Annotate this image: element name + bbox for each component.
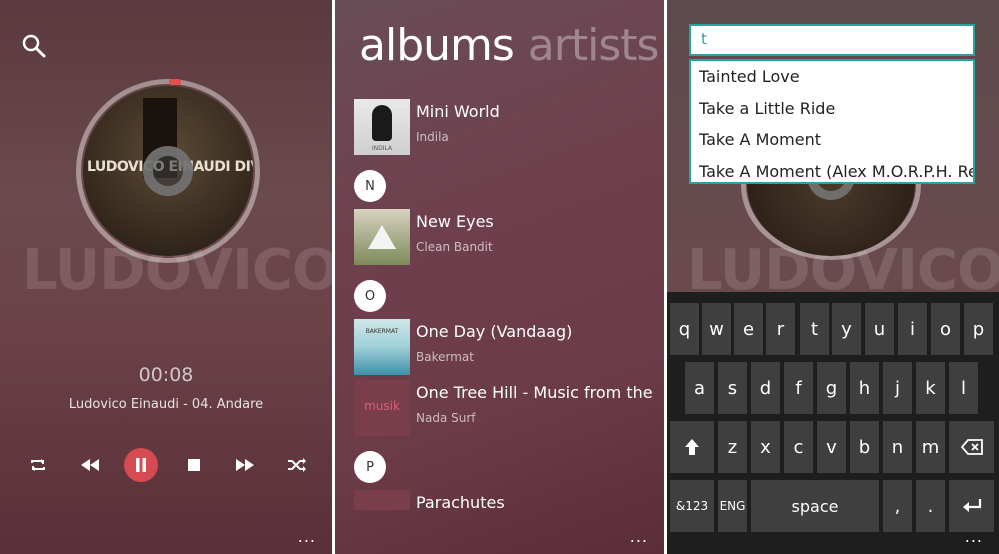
album-title: Parachutes [416, 493, 505, 512]
search-input[interactable]: t [689, 24, 975, 56]
suggestion-list: Tainted Love Take a Little Ride Take A M… [689, 59, 975, 184]
key[interactable]: h [850, 362, 879, 414]
album-title: One Tree Hill - Music from the Te [416, 383, 656, 402]
key[interactable]: o [931, 303, 960, 355]
album-disc: LUDOVICO EINAUDI DIVENIRE [83, 86, 253, 256]
language-key[interactable]: ENG [718, 480, 747, 532]
album-art: INDILA [354, 99, 410, 155]
album-art-label: INDILA [371, 145, 393, 152]
album-art-label: BAKERMAT [365, 328, 399, 335]
search-screen: LUDOVICO EINA t Tainted Love Take a Litt… [667, 0, 999, 554]
disc-hole [143, 146, 193, 196]
album-title: New Eyes [416, 212, 494, 231]
suggestion-item[interactable]: Take a Little Ride [691, 93, 973, 125]
key[interactable]: d [751, 362, 780, 414]
key[interactable]: b [850, 421, 879, 473]
key[interactable]: r [766, 303, 795, 355]
pivot-artists[interactable]: artists [528, 20, 660, 71]
key[interactable]: g [817, 362, 846, 414]
album-title: Mini World [416, 102, 500, 121]
album-art [354, 209, 410, 265]
key[interactable]: q [670, 303, 699, 355]
more-options-button[interactable]: ... [298, 527, 316, 546]
pivot-header: albums artists [359, 20, 660, 71]
progress-indicator [169, 79, 181, 85]
on-screen-keyboard: q w e r t y u i o p a s d f g h j k l z … [667, 292, 999, 554]
album-art: BAKERMAT [354, 319, 410, 375]
album-art [354, 490, 410, 510]
previous-icon[interactable] [73, 448, 107, 482]
key[interactable]: k [916, 362, 945, 414]
album-item[interactable]: Parachutes [354, 490, 664, 546]
suggestion-item[interactable]: Take A Moment [691, 124, 973, 156]
symbols-key[interactable]: &123 [670, 480, 714, 532]
album-title: One Day (Vandaag) [416, 322, 573, 341]
album-artist: Indila [416, 130, 449, 144]
playback-controls [0, 448, 332, 482]
key[interactable]: w [702, 303, 731, 355]
key[interactable]: a [685, 362, 714, 414]
album-item[interactable]: INDILA Mini World Indila [354, 99, 664, 155]
more-options-button[interactable]: ... [965, 527, 983, 546]
key[interactable]: z [718, 421, 747, 473]
shift-key[interactable] [670, 421, 714, 473]
album-artist: Nada Surf [416, 411, 476, 425]
pivot-albums[interactable]: albums [359, 20, 515, 71]
key[interactable]: x [751, 421, 780, 473]
album-item[interactable]: BAKERMAT One Day (Vandaag) Bakermat [354, 319, 664, 375]
search-icon[interactable] [21, 33, 47, 59]
albums-screen: albums artists INDILA Mini World Indila N… [335, 0, 664, 554]
album-art: musik [354, 380, 410, 436]
backspace-icon [960, 439, 983, 455]
now-playing-screen: LUDOVICO EINA LUDOVICO EINAUDI DIVENIRE … [0, 0, 332, 554]
key[interactable]: y [832, 303, 861, 355]
shuffle-icon[interactable] [280, 448, 314, 482]
backspace-key[interactable] [949, 421, 994, 473]
space-key[interactable]: space [751, 480, 879, 532]
key[interactable]: s [718, 362, 747, 414]
key[interactable]: c [784, 421, 813, 473]
suggestion-item[interactable]: Take A Moment (Alex M.O.R.P.H. Rei [691, 156, 973, 183]
key[interactable]: e [734, 303, 763, 355]
jump-letter-p[interactable]: P [354, 451, 386, 483]
enter-icon [962, 499, 981, 512]
elapsed-time: 00:08 [138, 364, 194, 386]
key[interactable]: m [916, 421, 945, 473]
enter-key[interactable] [949, 480, 994, 532]
album-item[interactable]: musik One Tree Hill - Music from the Te … [354, 380, 664, 436]
pause-button[interactable] [124, 448, 158, 482]
comma-key[interactable]: , [883, 480, 912, 532]
key[interactable]: f [784, 362, 813, 414]
period-key[interactable]: . [916, 480, 945, 532]
album-item[interactable]: New Eyes Clean Bandit [354, 209, 664, 265]
repeat-icon[interactable] [21, 448, 55, 482]
suggestion-item[interactable]: Tainted Love [691, 61, 973, 93]
shift-arrow-icon [685, 439, 699, 455]
key[interactable]: p [964, 303, 993, 355]
jump-letter-n[interactable]: N [354, 170, 386, 202]
key[interactable]: v [817, 421, 846, 473]
jump-letter-o[interactable]: O [354, 280, 386, 312]
key[interactable]: i [898, 303, 927, 355]
next-icon[interactable] [228, 448, 262, 482]
key[interactable]: j [883, 362, 912, 414]
stop-icon[interactable] [177, 448, 211, 482]
album-artist: Clean Bandit [416, 240, 493, 254]
key[interactable]: l [949, 362, 978, 414]
key[interactable]: u [865, 303, 894, 355]
key[interactable]: n [883, 421, 912, 473]
album-artist: Bakermat [416, 350, 474, 364]
track-info: Ludovico Einaudi - 04. Andare [68, 397, 264, 412]
key[interactable]: t [800, 303, 829, 355]
album-art-label: musik [364, 399, 400, 413]
more-options-button[interactable]: ... [630, 527, 648, 546]
